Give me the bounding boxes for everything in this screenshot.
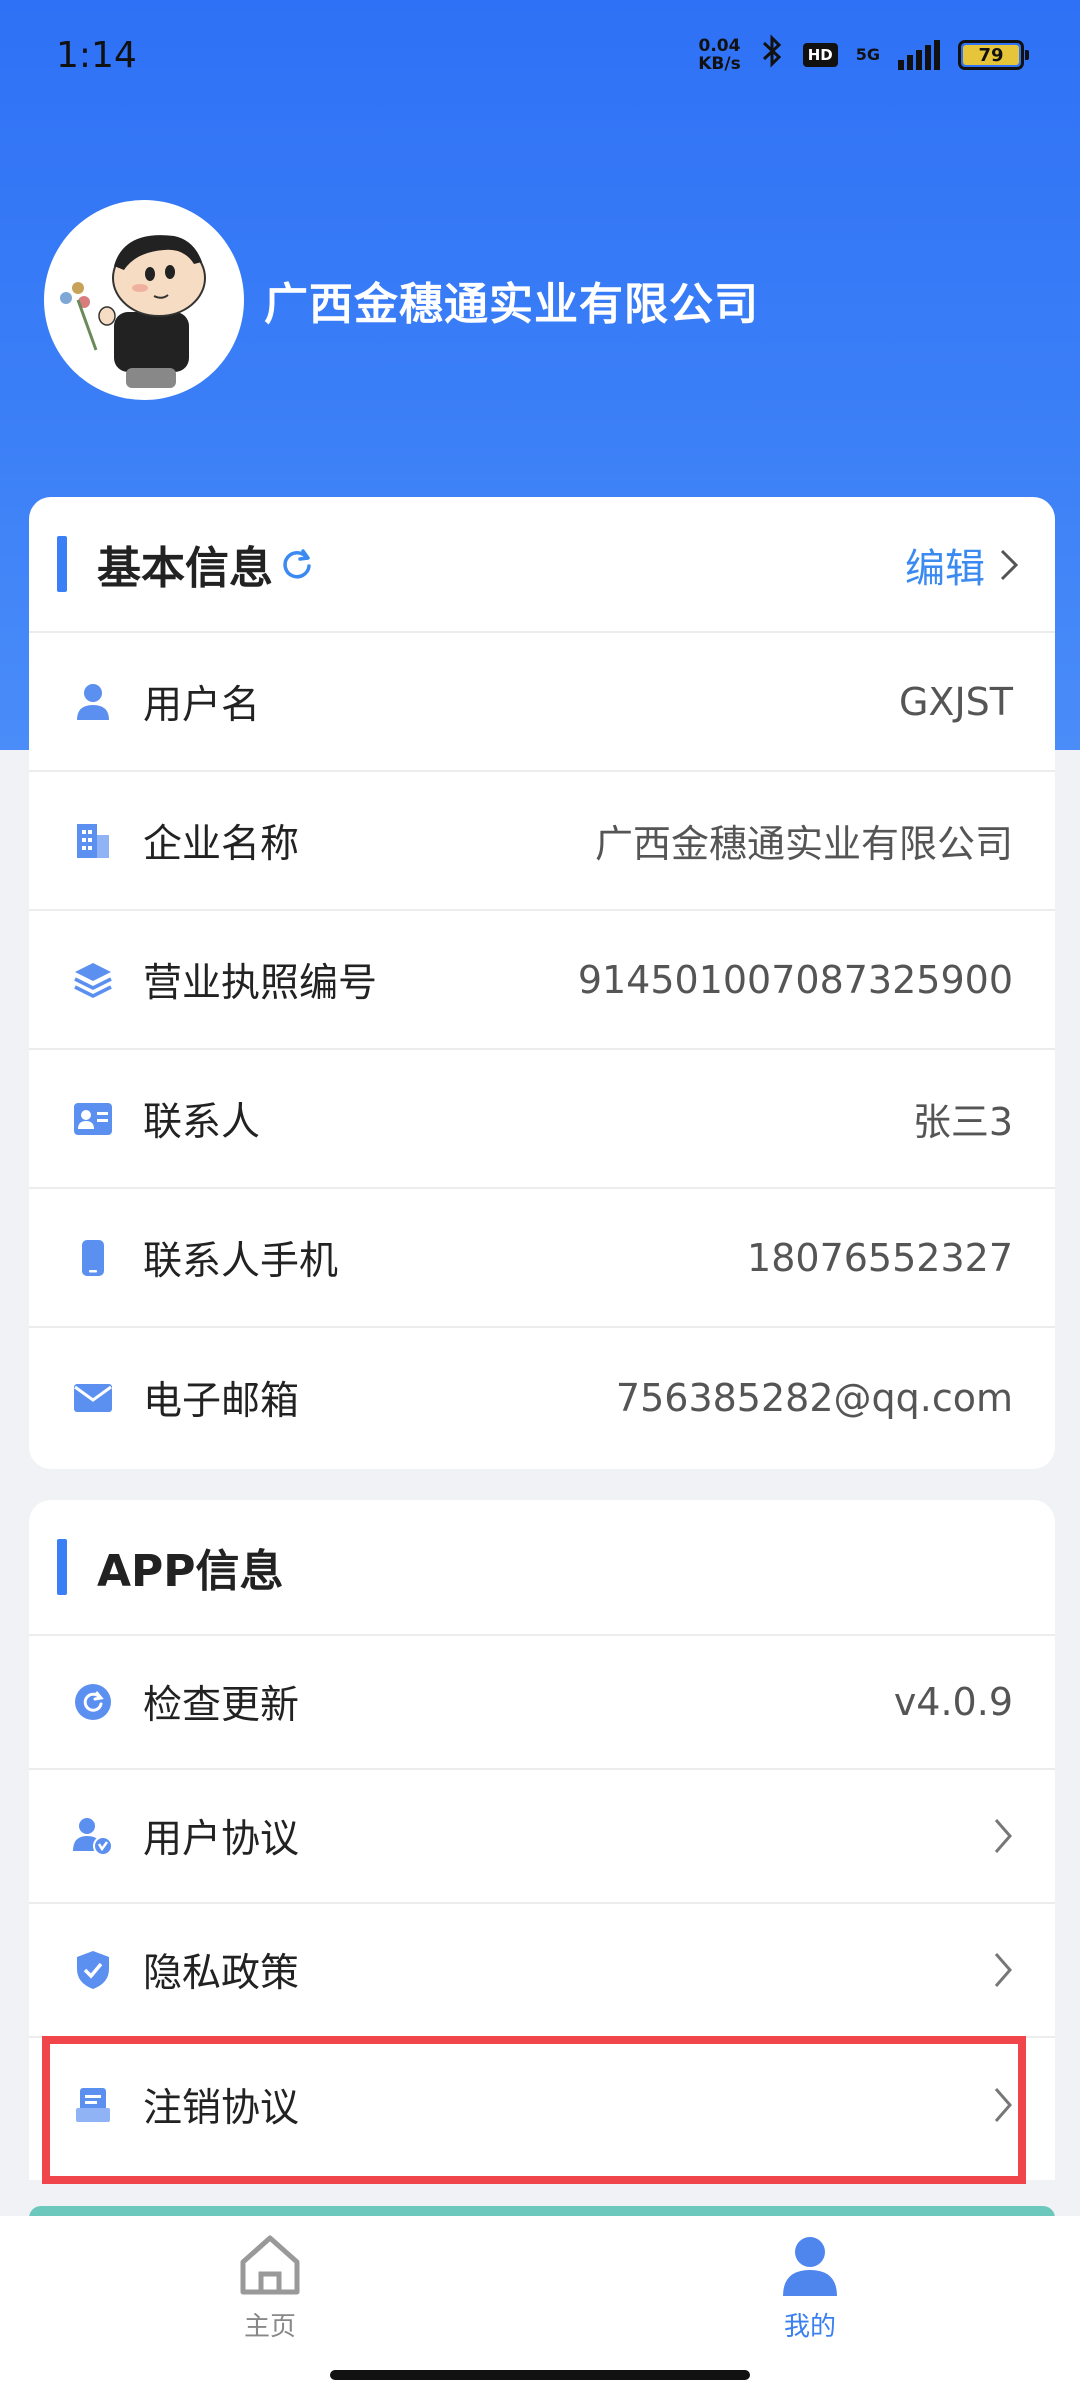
phone-icon [71, 1236, 115, 1280]
row-label: 联系人 [143, 1099, 261, 1145]
section-accent-bar [57, 1539, 67, 1595]
info-row-company: 企业名称 广西金穗通实业有限公司 [29, 772, 1055, 911]
section-accent-bar [57, 536, 67, 592]
info-row-username: 用户名 GXJST [29, 633, 1055, 772]
building-icon [71, 819, 115, 863]
app-row-privacy-policy[interactable]: 隐私政策 [29, 1904, 1055, 2038]
contact-card-icon [71, 1097, 115, 1141]
company-name: 广西金穗通实业有限公司 [264, 279, 759, 330]
app-info-title: APP信息 [97, 1546, 284, 1597]
status-time: 1:14 [56, 34, 137, 76]
row-label: 检查更新 [143, 1683, 300, 1728]
info-row-license: 营业执照编号 914501007087325900 [29, 911, 1055, 1050]
status-icons: 0.04 KB/s HD 5G 79 [698, 34, 1029, 76]
nav-home-label: 主页 [243, 2312, 296, 2342]
row-label: 联系人手机 [143, 1238, 339, 1284]
row-value: 广西金穗通实业有限公司 [594, 822, 1013, 866]
bluetooth-icon [759, 34, 785, 76]
row-label: 营业执照编号 [143, 960, 378, 1006]
highlight-annotation [42, 2036, 1026, 2184]
app-info-header: APP信息 [29, 1500, 1055, 1636]
info-row-contact: 联系人 张三3 [29, 1050, 1055, 1189]
battery-icon: 79 [958, 40, 1029, 70]
signal-icon [898, 40, 940, 70]
profile-header: 广西金穗通实业有限公司 [44, 200, 759, 400]
nav-mine-label: 我的 [783, 2312, 836, 2342]
chevron-right-icon [994, 1953, 1012, 1987]
net-speed: 0.04 KB/s [698, 36, 741, 74]
refresh-circle-icon [71, 1680, 115, 1724]
basic-info-header: 基本信息 编辑 [29, 497, 1055, 633]
app-row-check-update[interactable]: 检查更新 v4.0.9 [29, 1636, 1055, 1770]
layers-icon [71, 958, 115, 1002]
network-type: 5G [855, 45, 880, 64]
avatar[interactable] [44, 200, 244, 400]
refresh-icon[interactable] [279, 546, 315, 582]
home-indicator[interactable] [330, 2370, 750, 2380]
battery-level: 79 [963, 45, 1019, 66]
user-verified-icon [71, 1814, 115, 1858]
person-icon [783, 2237, 837, 2296]
version-value: v4.0.9 [893, 1680, 1013, 1724]
status-bar: 1:14 0.04 KB/s HD 5G 79 [0, 0, 1080, 110]
info-row-phone: 联系人手机 18076552327 [29, 1189, 1055, 1328]
app-row-user-agreement[interactable]: 用户协议 [29, 1770, 1055, 1904]
row-value: 756385282@qq.com [615, 1375, 1013, 1420]
row-label: 隐私政策 [143, 1951, 300, 1996]
row-value: 914501007087325900 [577, 957, 1013, 1002]
chevron-right-icon [994, 1819, 1012, 1853]
chevron-right-icon [1000, 549, 1019, 581]
basic-info-card: 基本信息 编辑 用户名 GXJST 企业名称 广西金穗通实业有限公司 营业执照编… [29, 497, 1055, 1469]
row-label: 用户名 [143, 682, 261, 728]
shield-check-icon [71, 1948, 115, 1992]
row-label: 企业名称 [143, 821, 300, 867]
info-row-email: 电子邮箱 756385282@qq.com [29, 1328, 1055, 1467]
basic-info-title: 基本信息 [97, 543, 273, 594]
edit-label: 编辑 [905, 546, 985, 592]
row-label: 电子邮箱 [143, 1378, 300, 1424]
home-icon [240, 2235, 300, 2295]
edit-button[interactable]: 编辑 [905, 497, 1019, 633]
row-value: 18076552327 [747, 1235, 1013, 1280]
row-value: 张三3 [912, 1100, 1013, 1144]
row-value: GXJST [898, 679, 1013, 724]
hd-badge: HD [802, 43, 838, 67]
row-label: 用户协议 [143, 1817, 300, 1862]
mail-icon [71, 1376, 115, 1420]
user-icon [71, 680, 115, 724]
